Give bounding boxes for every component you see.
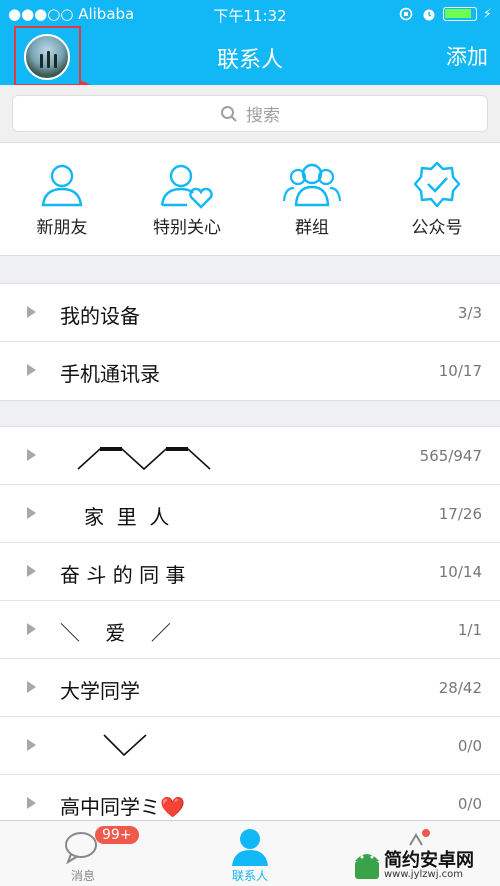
- tab-label: 联系人: [231, 869, 268, 883]
- group-count: 10/14: [438, 563, 482, 581]
- expand-triangle-icon: [27, 306, 36, 318]
- expand-triangle-icon: [27, 364, 36, 376]
- expand-triangle-icon: [27, 739, 36, 751]
- quick-groups[interactable]: 群组: [252, 161, 372, 238]
- group-count: 565/947: [419, 447, 482, 465]
- quick-official-accounts[interactable]: 公众号: [377, 161, 497, 238]
- group-count: 10/17: [438, 362, 482, 380]
- watermark-url: www.jylzwj.com: [384, 869, 464, 880]
- group-count: 0/0: [457, 737, 482, 755]
- group-count: 0/0: [457, 795, 482, 813]
- search-input[interactable]: 搜索: [12, 95, 488, 132]
- person-heart-icon: [160, 164, 213, 209]
- tab-label: 消息: [70, 869, 95, 883]
- group-name: ＼ 爱 ／: [60, 621, 171, 645]
- group-row[interactable]: 家 里 人 17/26: [0, 485, 500, 543]
- expand-triangle-icon: [27, 449, 36, 461]
- group-icon: [282, 163, 342, 207]
- group-name: 高中同学ミ❤️: [60, 795, 185, 819]
- group-row[interactable]: 大学同学 28/42: [0, 659, 500, 717]
- quick-label: 群组: [295, 218, 329, 238]
- group-name-symbols: [77, 447, 211, 471]
- alarm-icon: [423, 9, 435, 21]
- group-count: 1/1: [457, 621, 482, 639]
- quick-label: 公众号: [411, 218, 463, 238]
- quick-entries: 新朋友 特别关心 群组 公众号: [0, 143, 500, 256]
- quick-special-care[interactable]: 特别关心: [127, 161, 247, 238]
- group-name-symbols: [103, 734, 147, 757]
- quick-label: 特别关心: [153, 218, 221, 238]
- group-row[interactable]: 我的设备 3/3: [0, 284, 500, 342]
- group-name: 大学同学: [60, 679, 140, 703]
- group-section-friends: 565/947 家 里 人 17/26 奋 斗 的 同 事 10/14 ＼ 爱 …: [0, 426, 500, 833]
- group-count: 3/3: [457, 304, 482, 322]
- unread-badge: 99+: [95, 826, 139, 844]
- expand-triangle-icon: [27, 507, 36, 519]
- add-button[interactable]: 添加: [446, 41, 488, 71]
- person-icon: [41, 164, 83, 207]
- quick-label: 新朋友: [36, 218, 88, 238]
- charging-icon: ⚡: [482, 6, 492, 22]
- expand-triangle-icon: [27, 797, 36, 809]
- android-logo-icon: [355, 854, 379, 879]
- verified-badge-icon: [413, 161, 461, 208]
- expand-triangle-icon: [27, 565, 36, 577]
- group-count: 17/26: [438, 505, 482, 523]
- group-name: 奋 斗 的 同 事: [60, 563, 186, 587]
- group-row[interactable]: 565/947: [0, 427, 500, 485]
- group-row[interactable]: ＼ 爱 ／ 1/1: [0, 601, 500, 659]
- expand-triangle-icon: [27, 623, 36, 635]
- group-section-devices: 我的设备 3/3 手机通讯录 10/17: [0, 283, 500, 401]
- group-row[interactable]: 0/0: [0, 717, 500, 775]
- battery-icon: [442, 7, 477, 21]
- quick-new-friends[interactable]: 新朋友: [2, 161, 122, 238]
- orientation-lock-icon: [399, 7, 413, 21]
- search-bar: 搜索: [0, 85, 500, 143]
- watermark: 简约安卓网 www.jylzwj.com: [352, 846, 500, 886]
- group-count: 28/42: [438, 679, 482, 697]
- group-row[interactable]: 手机通讯录 10/17: [0, 342, 500, 400]
- search-placeholder: 搜索: [246, 106, 280, 126]
- group-row[interactable]: 奋 斗 的 同 事 10/14: [0, 543, 500, 601]
- group-name: 我的设备: [60, 304, 140, 328]
- tab-contacts[interactable]: 联系人: [190, 821, 310, 886]
- expand-triangle-icon: [27, 681, 36, 693]
- contact-person-icon: [232, 829, 268, 866]
- group-name: 家 里 人: [84, 505, 170, 529]
- group-name: 手机通讯录: [60, 362, 160, 386]
- search-icon: [221, 105, 237, 122]
